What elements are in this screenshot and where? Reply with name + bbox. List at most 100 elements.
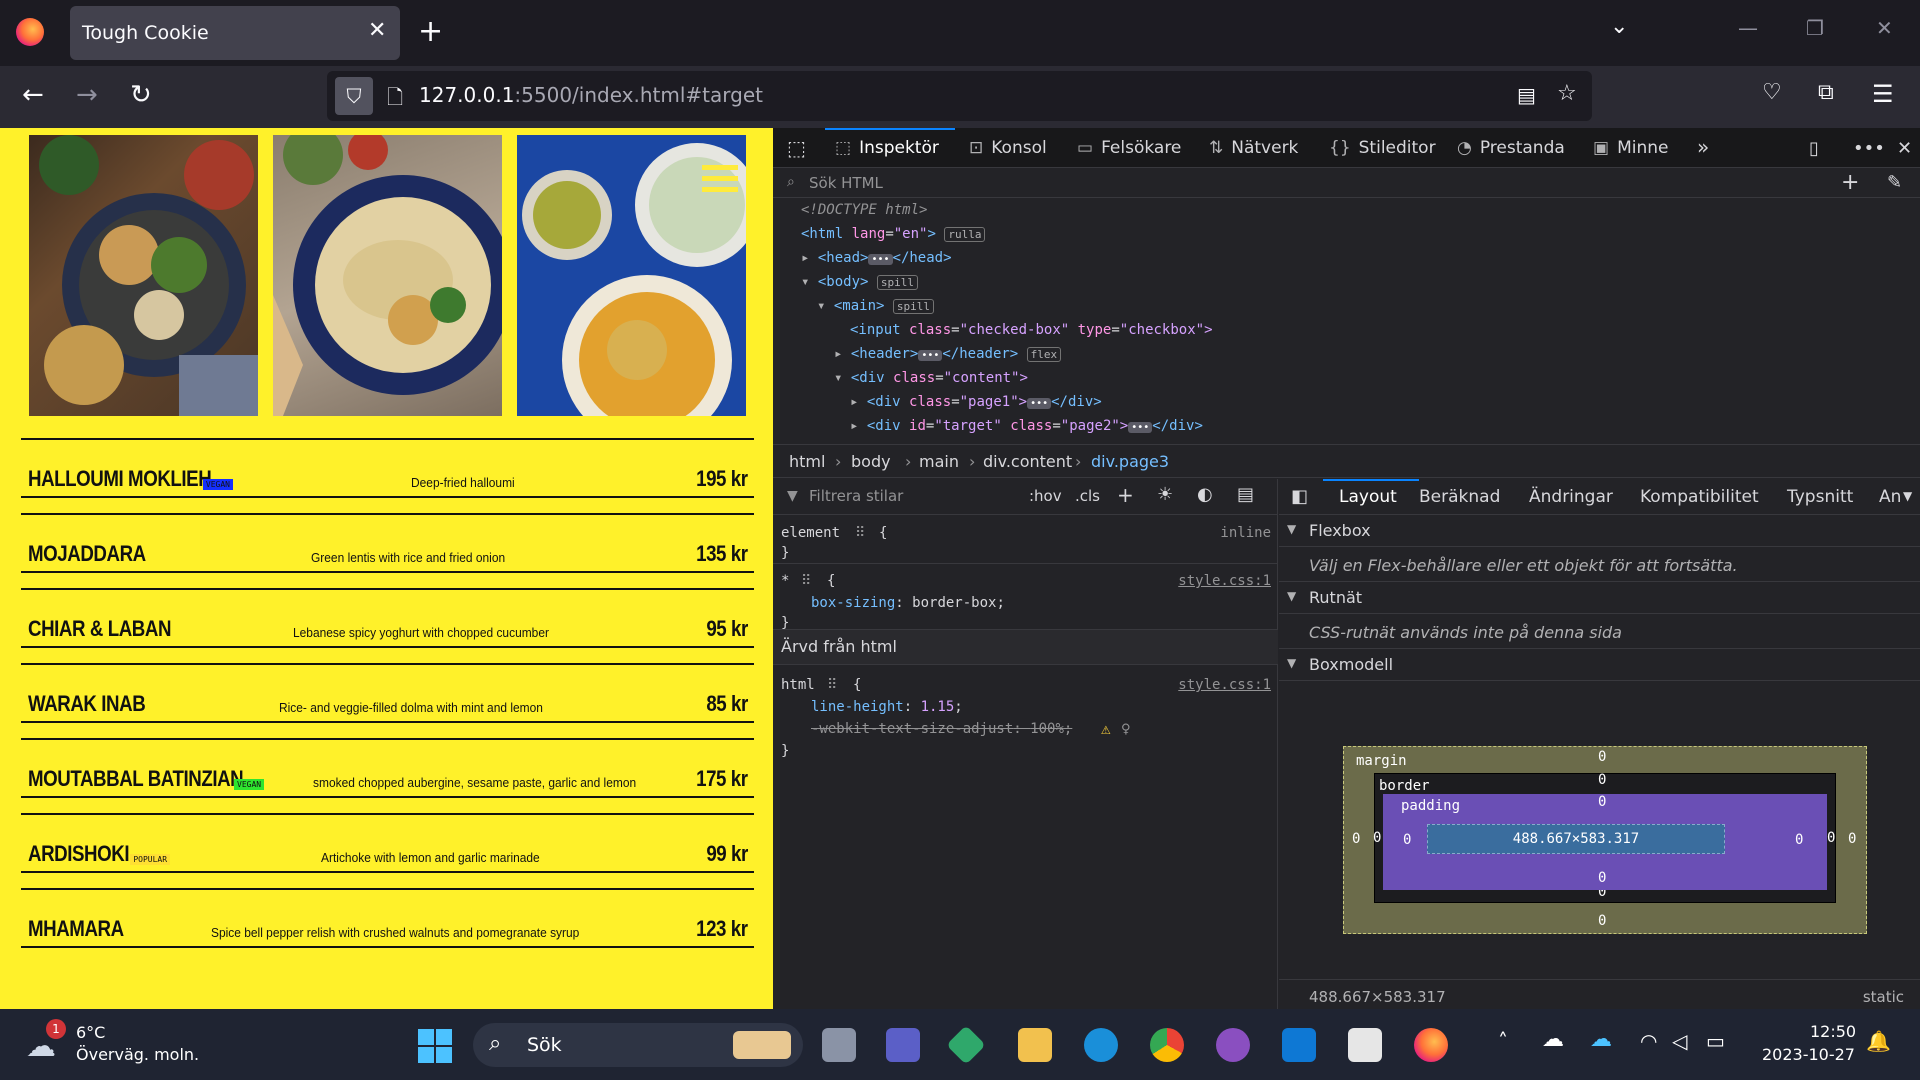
chrome-icon[interactable] <box>1150 1028 1184 1062</box>
border-top-value[interactable]: 0 <box>1598 772 1606 788</box>
clock-time[interactable]: 12:50 <box>1810 1022 1856 1041</box>
boxmodel-margin[interactable]: margin 0 0 0 0 border 0 0 0 0 padding 0 … <box>1343 746 1867 934</box>
tab-compatibility[interactable]: Kompatibilitet <box>1640 487 1759 507</box>
notification-bell-icon[interactable]: 🔔 <box>1866 1029 1891 1053</box>
expand-arrow-icon[interactable]: ▸ <box>850 394 858 410</box>
html-node[interactable]: <html lang="en"> rulla <box>801 226 986 242</box>
tab-layout[interactable]: Layout <box>1339 487 1397 507</box>
url-text[interactable]: 127.0.0.1:5500/index.html#target <box>419 83 763 107</box>
padding-right-value[interactable]: 0 <box>1795 832 1803 848</box>
onedrive-icon[interactable]: ☁ <box>1542 1027 1564 1052</box>
expand-arrow-icon[interactable]: ▸ <box>834 346 842 362</box>
eyedropper-icon[interactable]: ✎ <box>1887 172 1902 193</box>
tab-console[interactable]: ⊡ Konsol <box>969 138 1047 158</box>
git-icon[interactable] <box>946 1025 986 1065</box>
weather-desc[interactable]: Överväg. moln. <box>76 1045 199 1064</box>
input-node[interactable]: <input class="checked-box" type="checkbo… <box>850 322 1213 338</box>
snipping-tool-icon[interactable] <box>1348 1028 1382 1062</box>
pocket-icon[interactable]: ♡ <box>1762 80 1782 105</box>
tab-network[interactable]: ⇅ Nätverk <box>1209 138 1298 158</box>
hamburger-menu-icon[interactable] <box>697 163 739 195</box>
sidebar-toggle-icon[interactable]: ◧ <box>1291 486 1308 507</box>
lightbulb-icon[interactable]: ♀ <box>1121 719 1131 738</box>
github-icon[interactable] <box>1216 1028 1250 1062</box>
teams-icon[interactable] <box>886 1028 920 1062</box>
element-picker-icon[interactable]: ⬚ <box>787 136 806 160</box>
tab-style-editor[interactable]: {} Stileditor <box>1329 138 1436 158</box>
collapse-arrow-icon[interactable]: ▾ <box>834 370 842 386</box>
margin-bottom-value[interactable]: 0 <box>1598 913 1606 929</box>
margin-left-value[interactable]: 0 <box>1352 831 1360 847</box>
scroll-badge[interactable]: rulla <box>944 227 986 242</box>
margin-top-value[interactable]: 0 <box>1598 749 1606 765</box>
overflow-badge[interactable]: spill <box>892 299 935 314</box>
breadcrumb-div-page3[interactable]: div.page3 <box>1091 452 1169 471</box>
text-size-adjust-decl[interactable]: -webkit-text-size-adjust: 100%; <box>811 721 1072 737</box>
print-media-icon[interactable]: ▤ <box>1237 484 1254 505</box>
breadcrumb-main[interactable]: main <box>919 452 959 471</box>
overflow-tabs-icon[interactable]: » <box>1697 135 1709 159</box>
flex-badge[interactable]: flex <box>1026 347 1062 362</box>
padding-top-value[interactable]: 0 <box>1598 794 1606 810</box>
header-node[interactable]: ▸ <header> ••• </header> flex <box>834 346 1062 362</box>
collapsed-dots[interactable]: ••• <box>868 254 893 265</box>
extensions-icon[interactable]: ⧉ <box>1818 80 1834 105</box>
window-close-icon[interactable]: ✕ <box>1876 16 1893 40</box>
div-page2-node[interactable]: ▸ <div id="target" class="page2"> ••• </di… <box>850 418 1203 434</box>
padding-bottom-value[interactable]: 0 <box>1598 870 1606 886</box>
firefox-icon[interactable] <box>16 18 44 46</box>
box-sizing-decl[interactable]: box-sizing: border-box; <box>811 595 1005 611</box>
windows-start-icon[interactable] <box>418 1029 452 1063</box>
line-height-decl[interactable]: line-height: 1.15; <box>811 699 963 715</box>
reader-view-icon[interactable]: ▤ <box>1517 83 1536 107</box>
margin-right-value[interactable]: 0 <box>1848 831 1856 847</box>
hover-states-button[interactable]: :hov <box>1029 487 1062 505</box>
add-rule-icon[interactable]: + <box>1117 483 1134 507</box>
dock-icon[interactable]: ▯ <box>1809 138 1819 159</box>
filter-styles-input[interactable]: Filtrera stilar <box>809 487 903 505</box>
collapse-arrow-icon[interactable]: ▾ <box>817 298 825 314</box>
new-tab-button[interactable]: + <box>418 14 443 49</box>
volume-icon[interactable]: ◁ <box>1672 1029 1687 1053</box>
tab-inspector[interactable]: ⬚ Inspektör <box>835 138 939 158</box>
expand-arrow-icon[interactable]: ▸ <box>850 418 858 434</box>
shield-icon[interactable]: ⛉ <box>335 77 373 115</box>
warning-icon[interactable]: ⚠ <box>1101 719 1111 738</box>
edge-icon[interactable] <box>1084 1028 1118 1062</box>
chevron-up-icon[interactable]: ˄ <box>1498 1029 1508 1053</box>
task-view-icon[interactable] <box>822 1028 856 1062</box>
tab-performance[interactable]: ◔ Prestanda <box>1457 138 1565 158</box>
chevron-down-icon[interactable]: ⌄ <box>1610 14 1628 39</box>
tab-computed[interactable]: Beräknad <box>1419 487 1500 507</box>
padding-left-value[interactable]: 0 <box>1403 832 1411 848</box>
battery-icon[interactable]: ▭ <box>1706 1029 1725 1053</box>
forward-arrow-icon[interactable]: → <box>76 80 98 110</box>
restore-icon[interactable]: ❐ <box>1806 16 1824 40</box>
border-left-value[interactable]: 0 <box>1373 830 1381 846</box>
collapsed-dots[interactable]: ••• <box>918 350 943 361</box>
close-icon[interactable]: ✕ <box>368 18 386 43</box>
boxmodel-border[interactable]: border 0 0 0 0 padding 0 0 0 0 488.667×5… <box>1373 772 1836 903</box>
classes-button[interactable]: .cls <box>1075 487 1100 505</box>
clock-date[interactable]: 2023-10-27 <box>1762 1045 1855 1064</box>
boxmodel-padding[interactable]: padding 0 0 0 0 488.667×583.317 <box>1383 794 1827 890</box>
url-bar[interactable]: ⛉ 🗋 127.0.0.1:5500/index.html#target ▤ ☆ <box>327 71 1592 121</box>
weather-temp[interactable]: 6°C <box>76 1023 105 1042</box>
tab-fonts[interactable]: Typsnitt <box>1787 487 1853 507</box>
collapsed-dots[interactable]: ••• <box>1027 398 1052 409</box>
tab-changes[interactable]: Ändringar <box>1529 487 1613 507</box>
expand-arrow-icon[interactable]: ▸ <box>801 250 809 266</box>
chevron-down-icon[interactable]: ▼ <box>1903 489 1912 503</box>
onedrive-blue-icon[interactable]: ☁ <box>1590 1027 1612 1052</box>
vscode-icon[interactable] <box>1282 1028 1316 1062</box>
main-node[interactable]: ▾ <main> spill <box>817 298 935 314</box>
file-explorer-icon[interactable] <box>1018 1028 1052 1062</box>
breadcrumb-html[interactable]: html <box>789 452 825 471</box>
menu-icon[interactable]: ☰ <box>1872 80 1894 108</box>
source-link[interactable]: style.css:1 <box>1178 677 1271 693</box>
more-options-icon[interactable]: ••• <box>1853 138 1885 159</box>
reload-icon[interactable]: ↻ <box>130 80 152 110</box>
body-node[interactable]: ▾ <body> spill <box>801 274 919 290</box>
breadcrumb-body[interactable]: body <box>851 452 891 471</box>
source-link[interactable]: style.css:1 <box>1178 573 1271 589</box>
